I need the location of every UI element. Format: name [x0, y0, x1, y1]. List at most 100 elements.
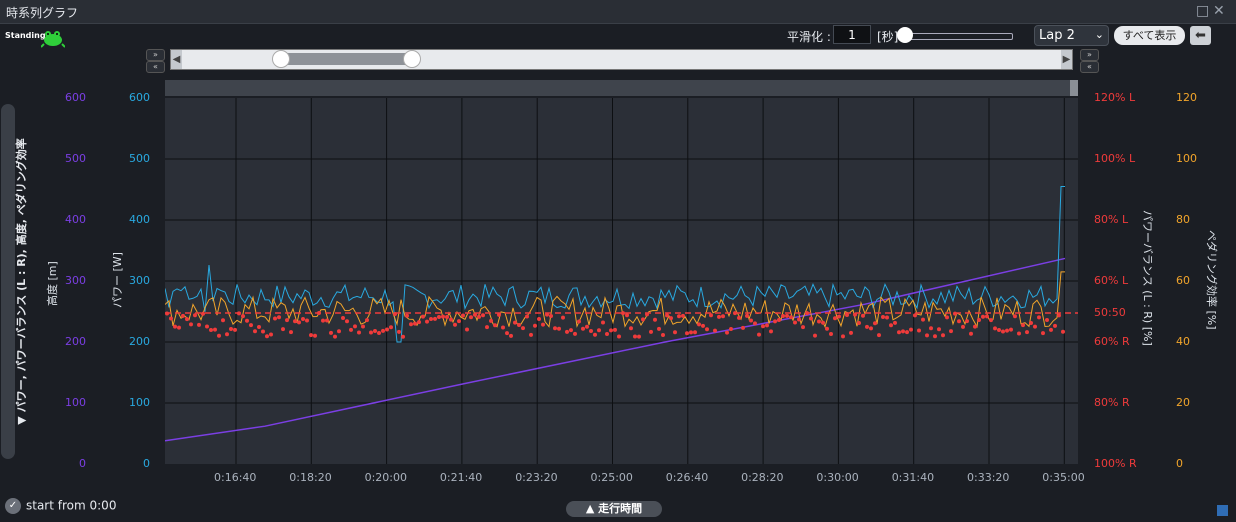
balance-dot [509, 333, 513, 338]
balance-dot [653, 317, 657, 322]
balance-dot [245, 318, 249, 323]
balance-dot [313, 333, 317, 338]
back-arrow-icon[interactable]: ⬅ [1190, 26, 1211, 45]
time-series-chart[interactable] [165, 98, 1078, 464]
balance-dot [417, 320, 421, 325]
balance-dot [397, 329, 401, 334]
scroll-right-icon[interactable]: ▶ [1061, 50, 1072, 69]
balance-dot [597, 328, 601, 333]
x-tick-label: 0:33:20 [967, 471, 1010, 484]
standing-badge: Standing [3, 27, 65, 48]
scroll-left-icon[interactable]: ◀ [171, 50, 182, 69]
balance-dot [1033, 324, 1037, 329]
range-selection[interactable] [280, 53, 412, 65]
smoothing-input[interactable]: 1 [833, 25, 871, 44]
balance-dot [757, 332, 761, 337]
overview-handle[interactable] [1070, 80, 1078, 96]
balance-dot [589, 329, 593, 334]
balance-dot [573, 331, 577, 336]
x-axis-selector-button[interactable]: ▲ 走行時間 [566, 501, 662, 517]
balance-dot [445, 315, 449, 320]
balance-dot [441, 314, 445, 319]
power-tick-label: 600 [129, 91, 150, 104]
range-scrollbar[interactable]: ◀ ▶ [170, 49, 1073, 70]
altitude-series-line [165, 257, 1066, 442]
balance-dot [1025, 330, 1029, 335]
balance-dot [905, 330, 909, 335]
start-from-toggle[interactable]: ✓ start from 0:00 [5, 498, 116, 514]
balance-dot [773, 319, 777, 324]
range-end-handle[interactable] [403, 50, 421, 68]
balance-dot [1049, 327, 1053, 332]
balance-dot [973, 324, 977, 329]
smoothing-slider-knob[interactable] [897, 27, 913, 43]
smoothing-label: 平滑化 : [787, 30, 831, 44]
efficiency-tick-label: 0 [1176, 457, 1183, 470]
balance-dot [1001, 329, 1005, 334]
balance-dot [185, 317, 189, 322]
collapse-range-right-button[interactable]: « [1080, 61, 1099, 73]
balance-dot [753, 321, 757, 326]
balance-dot [1041, 331, 1045, 336]
balance-tick-label: 80% R [1094, 396, 1130, 409]
range-start-handle[interactable] [272, 50, 290, 68]
restore-icon[interactable]: □ [1196, 3, 1209, 19]
balance-dot [877, 333, 881, 338]
collapse-range-button[interactable]: « [146, 61, 165, 73]
resize-corner[interactable] [1217, 505, 1228, 516]
balance-dot [373, 329, 377, 334]
overview-strip[interactable] [165, 80, 1078, 96]
balance-dot [189, 322, 193, 327]
balance-dot [1061, 329, 1065, 334]
close-icon[interactable]: ✕ [1213, 3, 1225, 19]
balance-dot [269, 332, 273, 337]
balance-dot [673, 330, 677, 335]
balance-dot [469, 315, 473, 320]
balance-dot [345, 319, 349, 324]
x-tick-label: 0:26:40 [665, 471, 709, 484]
balance-dot [989, 318, 993, 323]
balance-dot [433, 316, 437, 321]
balance-dot [737, 315, 741, 320]
balance-dot [537, 316, 541, 321]
balance-dot [649, 329, 653, 334]
x-tick-label: 0:18:20 [289, 471, 332, 484]
balance-dot [561, 315, 565, 320]
balance-dot [909, 327, 913, 332]
balance-dot [465, 327, 469, 332]
balance-dot [885, 315, 889, 320]
power-tick-label: 0 [143, 457, 150, 470]
series-selector-tab[interactable]: ▼ パワー, パワーバランス (L : R), 高度, ペダリング効率 [1, 104, 28, 459]
balance-tick-label: 80% L [1094, 213, 1129, 226]
balance-dot [933, 334, 937, 339]
efficiency-tick-label: 60 [1176, 274, 1190, 287]
balance-dot [941, 333, 945, 338]
balance-dot [621, 311, 625, 316]
altitude-tick-label: 200 [65, 335, 86, 348]
efficiency-axis-label: ペダリング効率 [%] [1205, 230, 1218, 330]
balance-dot [229, 326, 233, 331]
expand-range-right-button[interactable]: » [1080, 49, 1099, 61]
lap-select[interactable]: Lap 2 ⌄ [1034, 25, 1109, 46]
balance-dot [777, 318, 781, 323]
balance-dot [881, 315, 885, 320]
smoothing-slider[interactable] [903, 33, 1013, 40]
balance-dot [241, 314, 245, 319]
expand-range-button[interactable]: » [146, 49, 165, 61]
balance-dot [873, 321, 877, 326]
x-tick-label: 0:21:40 [439, 471, 483, 484]
balance-dot [281, 327, 285, 332]
balance-dot [381, 328, 385, 333]
show-all-button[interactable]: すべて表示 [1114, 26, 1185, 45]
balance-dot [493, 323, 497, 328]
altitude-axis-label: 高度 [m] [46, 261, 59, 306]
balance-dot [685, 331, 689, 336]
balance-dot [813, 333, 817, 338]
balance-dot [173, 324, 177, 329]
balance-dot [169, 316, 173, 321]
frog-icon [41, 31, 65, 48]
balance-dot [201, 311, 205, 316]
balance-dot [709, 313, 713, 318]
balance-dot [389, 325, 393, 330]
balance-dot [277, 315, 281, 320]
